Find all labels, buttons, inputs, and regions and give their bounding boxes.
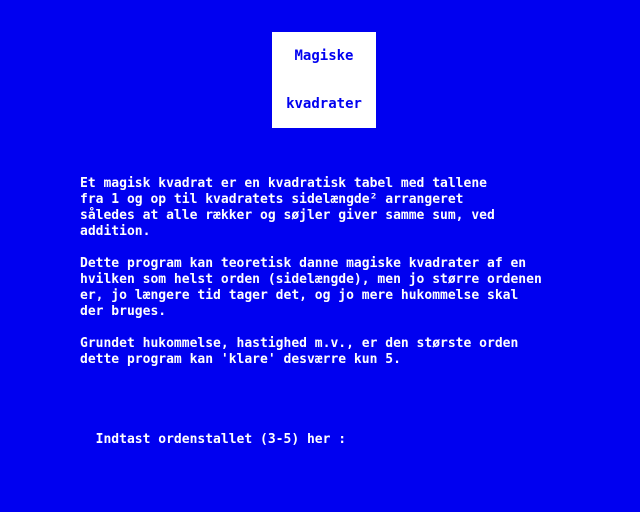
order-input-prompt[interactable]: Indtast ordenstallet (3-5) her : [80, 416, 346, 448]
program-line-2: hvilken som helst orden (sidelængde), me… [80, 272, 542, 287]
title-box: Magiske kvadrater [272, 32, 376, 128]
intro-line-3: således at alle rækker og søjler giver s… [80, 208, 495, 223]
program-line-4: der bruges. [80, 304, 167, 319]
order-prompt-label: Indtast ordenstallet (3-5) her : [95, 432, 347, 447]
title-line-2: kvadrater [286, 96, 362, 112]
intro-line-2: fra 1 og op til kvadratets sidelængde² a… [80, 192, 464, 207]
program-line-1: Dette program kan teoretisk danne magisk… [80, 256, 527, 271]
limit-line-1: Grundet hukommelse, hastighed m.v., er d… [80, 336, 519, 351]
intro-line-1: Et magisk kvadrat er en kvadratisk tabel… [80, 176, 487, 191]
intro-line-4: addition. [80, 224, 151, 239]
limit-line-2: dette program kan 'klare' desværre kun 5… [80, 352, 401, 367]
program-line-3: er, jo længere tid tager det, og jo mere… [80, 288, 519, 303]
title-line-1: Magiske [294, 48, 354, 64]
